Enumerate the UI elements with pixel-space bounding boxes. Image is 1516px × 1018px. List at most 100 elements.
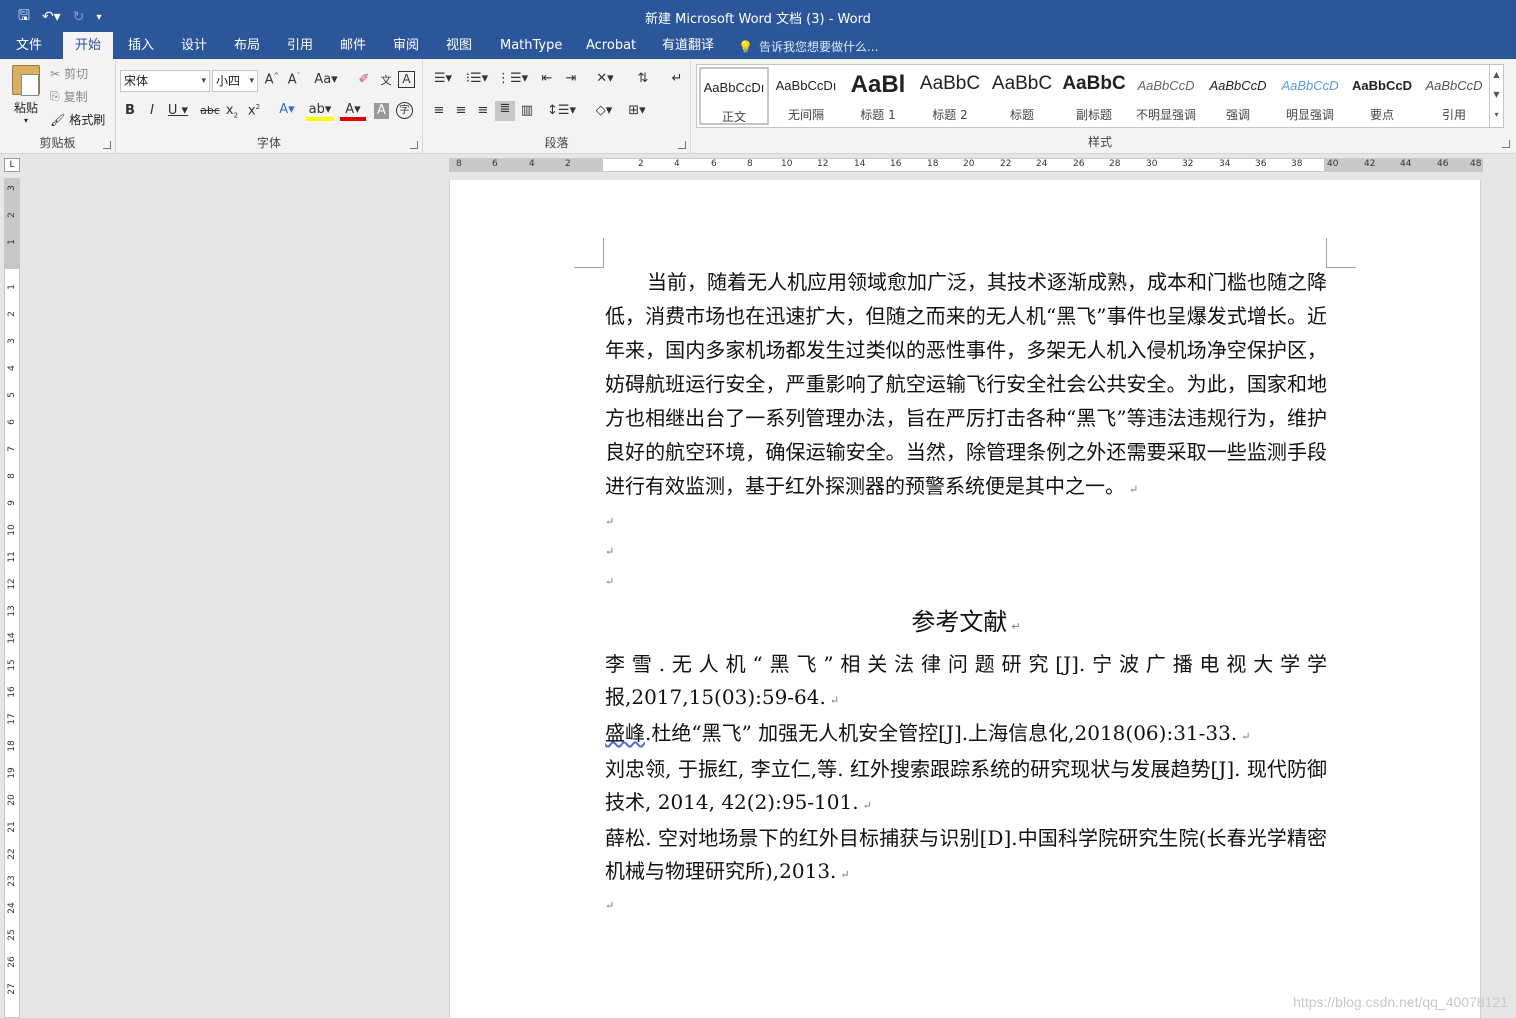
paragraph-launcher-icon[interactable] (678, 141, 686, 149)
phonetic-guide-icon[interactable]: 文 (376, 72, 396, 88)
spellcheck-underlined-text[interactable]: 盛峰 (605, 721, 645, 745)
ruler-label: 48 (1470, 159, 1482, 169)
paste-icon (12, 65, 40, 96)
clipboard-launcher-icon[interactable] (103, 141, 111, 149)
justify-icon[interactable]: ≣ (495, 101, 515, 121)
font-launcher-icon[interactable] (410, 141, 418, 149)
tab-file[interactable]: 文件 (4, 32, 54, 59)
enclose-char-icon[interactable]: 字 (396, 102, 413, 119)
chevron-down-icon[interactable]: ▼ (1490, 85, 1503, 105)
show-marks-icon[interactable]: ↵ (667, 71, 687, 86)
document-body[interactable]: 当前，随着无人机应用领域愈加广泛，其技术逐渐成熟，成本和门槛也随之降低，消费市场… (605, 265, 1327, 921)
underline-icon[interactable]: U ▾ (164, 103, 192, 118)
document-page[interactable]: 当前，随着无人机应用领域愈加广泛，其技术逐渐成熟，成本和门槛也随之降低，消费市场… (449, 180, 1481, 1018)
chevron-up-icon[interactable]: ▲ (1490, 65, 1503, 85)
paste-label: 粘贴 (13, 101, 38, 115)
style-heading-1[interactable]: AaBl 标题 1 (843, 67, 913, 125)
font-size-combo[interactable]: 小四 ▾ (212, 70, 258, 92)
borders-icon[interactable]: ⊞▾ (623, 103, 651, 118)
style-no-spacing[interactable]: AaBbCcDı 无间隔 (771, 67, 841, 125)
text-effects-icon[interactable]: A▾ (274, 102, 300, 117)
increase-indent-icon[interactable]: ⇥ (561, 71, 581, 86)
line-spacing-icon[interactable]: ↕☰▾ (547, 103, 576, 118)
font-color-icon[interactable]: A▾ (340, 102, 366, 121)
ruler-label: 6 (711, 159, 717, 169)
shrink-font-icon[interactable]: Aˇ (284, 72, 304, 87)
style-quote[interactable]: AaBbCcD 引用 (1419, 67, 1489, 125)
tab-review[interactable]: 审阅 (381, 32, 431, 59)
tab-view[interactable]: 视图 (434, 32, 484, 59)
tab-acrobat[interactable]: Acrobat (574, 32, 648, 59)
copy-button[interactable]: ⎘ 复制 (50, 88, 88, 105)
style-name: 标题 2 (932, 108, 968, 122)
vertical-ruler[interactable]: 3 2 1 1 2 3 4 5 6 7 8 9 10 11 12 13 14 1… (4, 178, 20, 1018)
tab-design[interactable]: 设计 (169, 32, 219, 59)
tell-me-box[interactable]: 💡 告诉我您想要做什么... (738, 38, 878, 55)
reference-text: .杜绝“黑飞” 加强无人机安全管控[J].上海信息化,2018(06):31-3… (645, 721, 1238, 745)
style-title[interactable]: AaBbC 标题 (987, 67, 1057, 125)
style-normal[interactable]: AaBbCcDı 正文 (699, 67, 769, 125)
grow-font-icon[interactable]: A^ (262, 72, 282, 87)
clear-format-icon[interactable]: ✐ (354, 72, 374, 87)
distributed-icon[interactable]: ▥ (517, 103, 537, 118)
numbering-icon[interactable]: ⁝☰▾ (463, 71, 491, 86)
style-preview: AaBbC (1062, 73, 1126, 94)
highlight-icon[interactable]: ab▾ (306, 102, 334, 121)
subscript-icon[interactable]: x2 (222, 103, 242, 120)
ruler-label: 24 (7, 902, 17, 914)
ruler-label: 46 (1437, 159, 1449, 169)
shading-icon[interactable]: ◇▾ (589, 103, 619, 118)
ruler-label: 3 (7, 185, 17, 191)
style-heading-2[interactable]: AaBbC 标题 2 (915, 67, 985, 125)
watermark: https://blog.csdn.net/qq_40078121 (1293, 994, 1508, 1010)
style-intense-emphasis[interactable]: AaBbCcD 明显强调 (1275, 67, 1345, 125)
styles-launcher-icon[interactable] (1502, 140, 1510, 148)
clipboard-group: 粘贴 ▾ ✂ 剪切 ⎘ 复制 🖌 格式刷 剪贴板 (0, 59, 116, 154)
ruler-label: 4 (529, 159, 535, 169)
bullets-icon[interactable]: ☰▾ (429, 71, 457, 86)
italic-icon[interactable]: I (142, 103, 162, 118)
align-left-icon[interactable]: ≡ (429, 103, 449, 118)
change-case-icon[interactable]: Aa▾ (312, 72, 340, 87)
superscript-icon[interactable]: x2 (244, 103, 264, 118)
decrease-indent-icon[interactable]: ⇤ (537, 71, 557, 86)
ruler-label: 13 (7, 605, 17, 617)
tab-youdao[interactable]: 有道翻译 (650, 32, 726, 59)
strikethrough-icon[interactable]: abc (198, 104, 222, 117)
reference-text: 李雪.无人机“黑飞”相关法律问题研究[J].宁波广播电视大学学报,2017,15… (605, 652, 1327, 709)
style-subtitle[interactable]: AaBbC 副标题 (1059, 67, 1129, 125)
tab-mathtype[interactable]: MathType (488, 32, 574, 59)
chinese-layout-icon[interactable]: ✕▾ (591, 71, 619, 86)
tab-layout[interactable]: 布局 (222, 32, 272, 59)
paste-button[interactable]: 粘贴 ▾ (8, 65, 44, 125)
style-strong[interactable]: AaBbCcD 要点 (1347, 67, 1417, 125)
empty-paragraph: ↵ (605, 575, 615, 588)
char-shading-icon[interactable]: A (374, 103, 389, 119)
horizontal-ruler[interactable]: 8 6 4 2 2 4 6 8 10 12 14 16 18 20 22 24 … (449, 158, 1483, 172)
bold-icon[interactable]: B (120, 103, 140, 118)
ruler-label: 15 (7, 659, 17, 671)
char-border-icon[interactable]: A (398, 71, 415, 88)
ruler-label: 11 (7, 551, 17, 563)
reference-item: 刘忠领, 于振红, 李立仁,等. 红外搜索跟踪系统的研究现状与发展趋势[J]. … (605, 753, 1327, 822)
tab-selector[interactable]: L (4, 158, 20, 172)
tab-insert[interactable]: 插入 (116, 32, 166, 59)
reference-text: 刘忠领, 于振红, 李立仁,等. 红外搜索跟踪系统的研究现状与发展趋势[J]. … (605, 757, 1327, 814)
font-name-combo[interactable]: 宋体 ▾ (120, 70, 210, 92)
tell-me-text: 告诉我您想要做什么... (758, 40, 879, 54)
tab-references[interactable]: 引用 (275, 32, 325, 59)
tab-mailings[interactable]: 邮件 (328, 32, 378, 59)
sort-icon[interactable]: ⇅ (633, 71, 653, 86)
align-center-icon[interactable]: ≡ (451, 103, 471, 118)
cut-button[interactable]: ✂ 剪切 (50, 65, 88, 82)
styles-scroll[interactable]: ▲ ▼ ▾ (1489, 65, 1503, 127)
ruler-label: 2 (565, 159, 571, 169)
more-styles-icon[interactable]: ▾ (1490, 105, 1503, 125)
multilevel-list-icon[interactable]: ⋮☰▾ (497, 71, 528, 86)
align-right-icon[interactable]: ≡ (473, 103, 493, 118)
format-painter-button[interactable]: 🖌 格式刷 (50, 111, 105, 128)
style-subtle-emphasis[interactable]: AaBbCcD 不明显强调 (1131, 67, 1201, 125)
style-emphasis[interactable]: AaBbCcD 强调 (1203, 67, 1273, 125)
ruler-label: 2 (7, 212, 17, 218)
tab-home[interactable]: 开始 (63, 32, 114, 59)
